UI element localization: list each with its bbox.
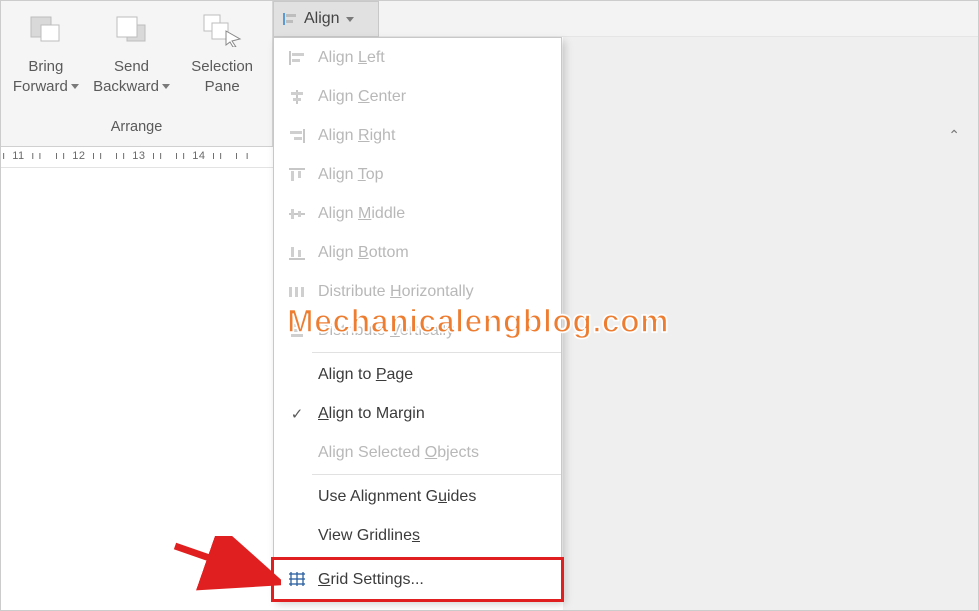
menu-item-label: Align Selected Objects [312, 444, 551, 462]
align-bottom-icon [282, 241, 312, 265]
dist-v-icon [282, 319, 312, 343]
menu-separator [312, 557, 561, 558]
grid-icon [282, 568, 312, 592]
align-right-icon [282, 124, 312, 148]
bring-forward-label: BringForward [13, 58, 68, 95]
menu-item-label: Align Center [312, 88, 551, 106]
align-menu: Align Left Align Center Align Right Align T… [273, 37, 562, 600]
menu-item-label: Align Middle [312, 205, 551, 223]
menu-item-label: View Gridlines [312, 527, 551, 545]
dropdown-caret-icon [346, 17, 354, 22]
align-left-icon [282, 46, 312, 70]
ribbon-arrange-group: BringForward SendBackward SelectionPane … [1, 1, 273, 146]
menu-item-label: Align Left [312, 49, 551, 67]
menu-item-align-center: Align Center [274, 77, 561, 116]
menu-item-align-bottom: Align Bottom [274, 233, 561, 272]
menu-item-label: Distribute Horizontally [312, 283, 551, 301]
dist-h-icon [282, 280, 312, 304]
blank-icon [282, 524, 312, 548]
bring-forward-icon [29, 9, 63, 51]
document-body[interactable] [1, 168, 273, 610]
align-top-icon [282, 163, 312, 187]
menu-item-label: Grid Settings... [312, 571, 551, 589]
menu-item-align-objs: Align Selected Objects [274, 433, 561, 472]
ribbon-background [379, 1, 978, 37]
menu-item-use-guides[interactable]: Use Alignment Guides [274, 477, 561, 516]
dropdown-caret-icon [162, 84, 170, 89]
menu-item-label: Align to Page [312, 366, 551, 384]
menu-item-align-right: Align Right [274, 116, 561, 155]
menu-item-align-middle: Align Middle [274, 194, 561, 233]
menu-item-label: Distribute Vertically [312, 322, 551, 340]
document-margin-area [563, 37, 978, 610]
menu-item-label: Align Right [312, 127, 551, 145]
menu-item-view-grid[interactable]: View Gridlines [274, 516, 561, 555]
dropdown-caret-icon [71, 84, 79, 89]
menu-item-grid-settings[interactable]: Grid Settings... [274, 560, 561, 599]
blank-icon [282, 441, 312, 465]
menu-item-dist-vert: Distribute Vertically [274, 311, 561, 350]
menu-item-align-left: Align Left [274, 38, 561, 77]
align-button-label: Align [304, 10, 340, 28]
menu-item-dist-horiz: Distribute Horizontally [274, 272, 561, 311]
selection-pane-label: SelectionPane [191, 58, 253, 95]
align-center-icon [282, 85, 312, 109]
align-icon [282, 11, 298, 27]
collapse-ribbon-icon[interactable]: ⌃ [948, 127, 960, 144]
menu-item-label: Align to Margin [312, 405, 551, 423]
ribbon-group-label: Arrange [1, 119, 272, 139]
menu-item-label: Use Alignment Guides [312, 488, 551, 506]
check-icon: ✓ [282, 402, 312, 426]
selection-pane-icon [202, 9, 242, 51]
align-middle-icon [282, 202, 312, 226]
menu-item-label: Align Top [312, 166, 551, 184]
send-backward-icon [115, 9, 149, 51]
horizontal-ruler[interactable]: ı ı 11 ı ı ı ı 12 ı ı ı ı 13 ı ı ı ı 14 … [1, 146, 273, 168]
menu-separator [312, 352, 561, 353]
menu-separator [312, 474, 561, 475]
menu-item-align-top: Align Top [274, 155, 561, 194]
menu-item-label: Align Bottom [312, 244, 551, 262]
blank-icon [282, 363, 312, 387]
send-backward-button[interactable]: SendBackward [89, 5, 175, 96]
blank-icon [282, 485, 312, 509]
send-backward-label: SendBackward [93, 58, 159, 95]
selection-pane-button[interactable]: SelectionPane [174, 5, 270, 96]
align-dropdown-button[interactable]: Align [273, 1, 379, 37]
bring-forward-button[interactable]: BringForward [3, 5, 89, 96]
menu-item-align-page[interactable]: Align to Page [274, 355, 561, 394]
menu-item-align-margin[interactable]: ✓Align to Margin [274, 394, 561, 433]
